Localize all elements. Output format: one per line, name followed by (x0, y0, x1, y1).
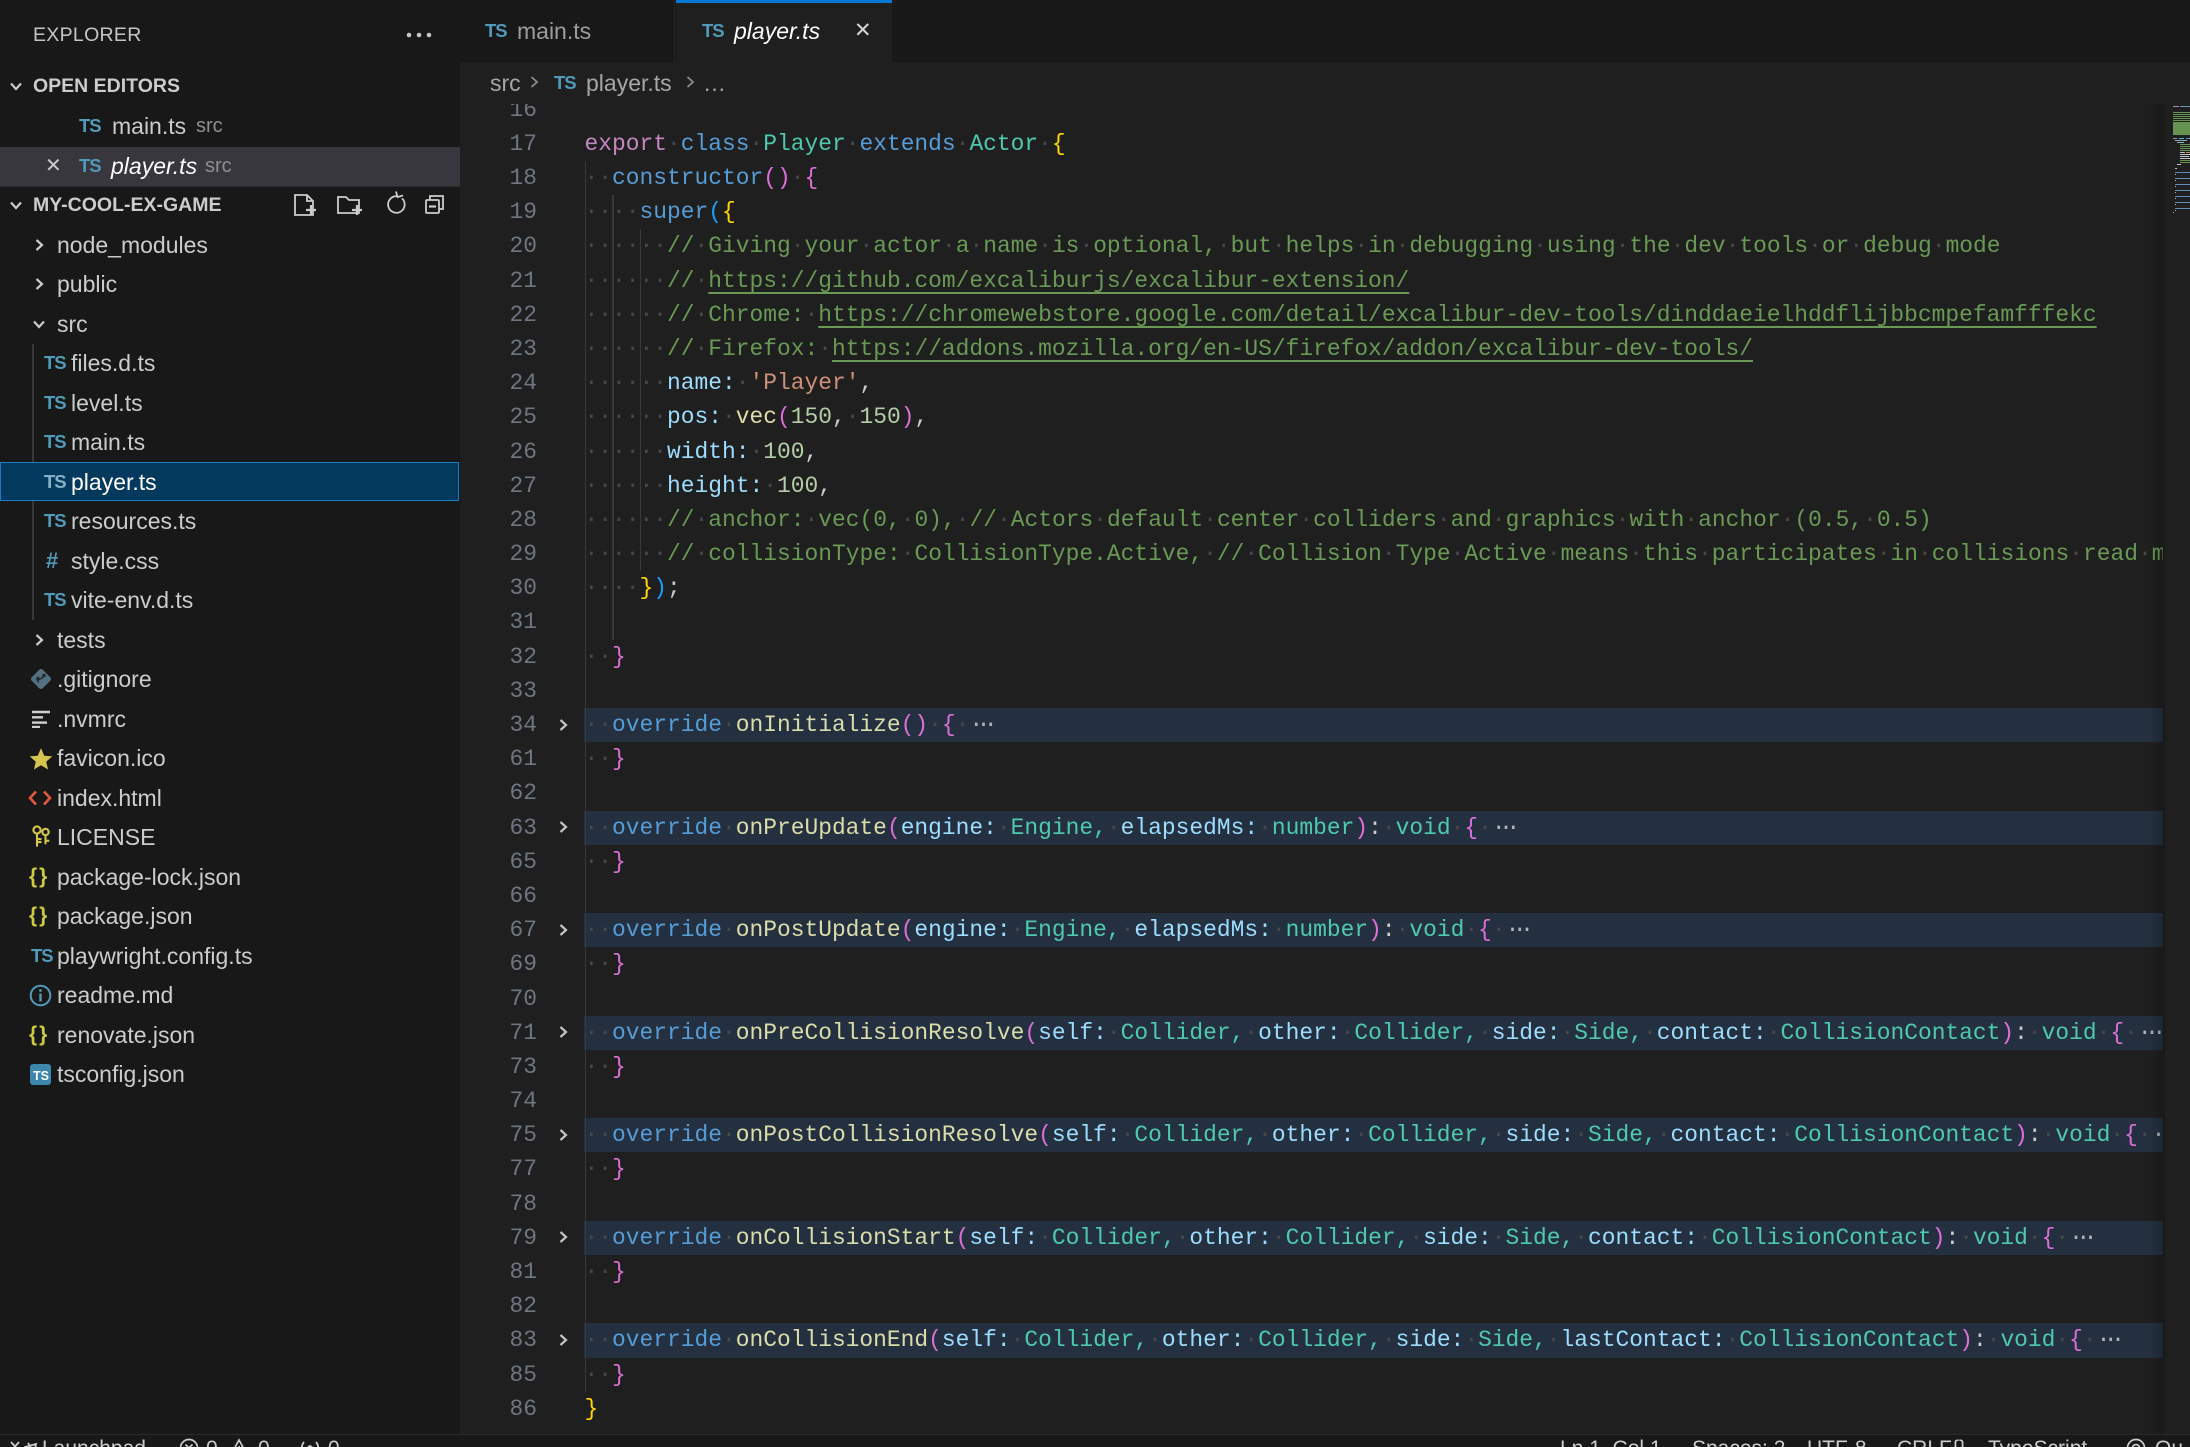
svg-text:TS: TS (33, 1069, 49, 1083)
